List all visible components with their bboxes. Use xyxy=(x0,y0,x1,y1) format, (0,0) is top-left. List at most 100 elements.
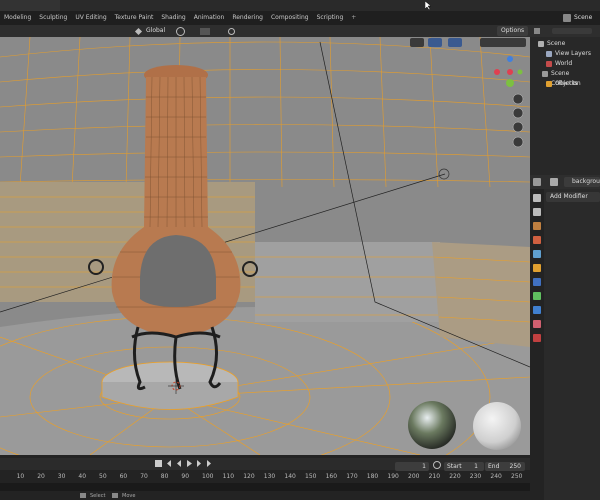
timeline-tick-label: 130 xyxy=(263,473,276,480)
timeline-tick-label: 240 xyxy=(490,473,502,480)
properties-tabs xyxy=(530,189,544,500)
properties-tab-icon[interactable] xyxy=(533,334,541,342)
editor-type-button[interactable] xyxy=(530,175,544,189)
playback-bar: 1 Start 1 End 250 xyxy=(0,458,530,471)
timeline-tick-label: 100 xyxy=(202,473,214,480)
timeline-tick-label: 150 xyxy=(305,473,317,480)
start-frame-field[interactable]: Start 1 xyxy=(444,462,484,471)
add-modifier-button[interactable]: Add Modifier xyxy=(546,192,600,202)
outliner-item-icon xyxy=(546,81,552,87)
properties-header: background xyxy=(544,175,600,189)
add-workspace-button[interactable]: + xyxy=(347,11,360,25)
hdri-preview-reflective xyxy=(408,401,456,449)
proportional-edit-icon[interactable] xyxy=(228,27,235,35)
transform-orientation[interactable]: Global xyxy=(146,26,165,36)
outliner-search-input[interactable] xyxy=(552,28,592,34)
outliner-item-icon xyxy=(542,71,548,77)
end-frame-field[interactable]: End 250 xyxy=(485,462,525,471)
properties-icon xyxy=(533,178,541,186)
mouse-select-icon xyxy=(80,493,86,498)
timeline-tick-label: 90 xyxy=(181,473,190,480)
clock-icon[interactable] xyxy=(433,461,441,469)
properties-tab-icon[interactable] xyxy=(533,194,541,202)
timeline-tick-label: 220 xyxy=(449,473,461,480)
properties-tab-icon[interactable] xyxy=(533,264,541,272)
properties-tab-icon[interactable] xyxy=(533,222,541,230)
scene-selector[interactable]: Scene xyxy=(574,11,592,25)
outliner-type-icon[interactable] xyxy=(534,28,540,34)
outliner-item[interactable]: Scene xyxy=(530,39,600,49)
gizmo-toggle-icon[interactable] xyxy=(428,38,442,47)
outliner-item-icon xyxy=(546,61,552,67)
outliner-item-label: Scene xyxy=(547,40,566,47)
timeline-tick-label: 110 xyxy=(222,473,235,480)
pivot-icon[interactable] xyxy=(176,26,185,36)
tab-shading[interactable]: Shading xyxy=(157,11,189,25)
options-button[interactable]: Options xyxy=(497,26,529,36)
end-value: 250 xyxy=(509,463,521,470)
outliner-item[interactable]: Scene Collection xyxy=(530,69,600,87)
properties-tab-icon[interactable] xyxy=(533,208,541,216)
tab-animation[interactable]: Animation xyxy=(190,11,229,25)
timeline-tick-label: 120 xyxy=(243,473,255,480)
visibility-icon[interactable] xyxy=(410,38,424,47)
outliner-item[interactable]: Objects xyxy=(530,79,600,89)
timeline-tick-label: 80 xyxy=(160,473,169,480)
scene-selector-bar: Scene xyxy=(530,11,600,25)
timeline-tick-label: 230 xyxy=(469,473,482,480)
tab-uv-editing[interactable]: UV Editing xyxy=(71,11,110,25)
overlays-toggle-icon[interactable] xyxy=(448,38,462,47)
properties-tab-icon[interactable] xyxy=(533,320,541,328)
playback-controls[interactable] xyxy=(155,459,225,469)
tab-sculpting[interactable]: Sculpting xyxy=(35,11,71,25)
camera-view-icon[interactable] xyxy=(512,121,524,133)
timeline-tick-label: 60 xyxy=(119,473,128,480)
status-move: Move xyxy=(122,493,136,499)
tab-modeling[interactable]: Modeling xyxy=(0,11,35,25)
shading-modes[interactable] xyxy=(480,38,526,47)
timeline-tick-label: 170 xyxy=(346,473,358,480)
outliner-item[interactable]: World xyxy=(530,59,600,69)
mouse-cursor-icon xyxy=(425,1,432,10)
perspective-toggle-icon[interactable] xyxy=(512,136,524,148)
tab-texture-paint[interactable]: Texture Paint xyxy=(111,11,158,25)
tab-rendering[interactable]: Rendering xyxy=(228,11,267,25)
properties-tab-icon[interactable] xyxy=(533,250,541,258)
object-name-field[interactable]: background xyxy=(564,177,600,187)
outliner-header xyxy=(530,25,600,37)
wrench-icon xyxy=(550,178,558,186)
timeline-tick-label: 30 xyxy=(57,473,66,480)
menu-sliver xyxy=(0,0,60,11)
outliner-item[interactable]: View Layers xyxy=(530,49,600,59)
status-select: Select xyxy=(90,493,106,499)
record-icon xyxy=(155,460,162,467)
outliner-item-icon xyxy=(546,51,552,57)
timeline-tick-label: 160 xyxy=(325,473,338,480)
viewport-scene xyxy=(0,37,530,455)
zoom-icon[interactable] xyxy=(512,93,524,105)
hand-pan-icon[interactable] xyxy=(512,107,524,119)
timeline-tick-label: 250 xyxy=(511,473,523,480)
properties-tab-icon[interactable] xyxy=(533,278,541,286)
snap-icon[interactable] xyxy=(200,27,210,35)
current-frame-field[interactable]: 1 xyxy=(395,462,429,471)
timeline-tick-label: 200 xyxy=(408,473,420,480)
properties-tab-icon[interactable] xyxy=(533,236,541,244)
properties-editor[interactable]: background Add Modifier xyxy=(530,175,600,500)
start-label: Start xyxy=(447,463,462,470)
timeline[interactable]: 1 Start 1 End 250 0102030405060708090100… xyxy=(0,455,530,500)
viewport-header: Global Options xyxy=(0,25,530,37)
tab-scripting[interactable]: Scripting xyxy=(313,11,348,25)
timeline-tick-label: 180 xyxy=(366,473,379,480)
tab-compositing[interactable]: Compositing xyxy=(267,11,313,25)
outliner-item-icon xyxy=(538,41,544,47)
outliner-item-label: World xyxy=(555,60,573,67)
timeline-tick-label: 70 xyxy=(140,473,148,480)
orientation-icon xyxy=(134,27,143,36)
timeline-scrub-strip[interactable] xyxy=(0,483,530,491)
properties-tab-icon[interactable] xyxy=(533,292,541,300)
outliner[interactable]: Scene View Layers World Scene Collection Obj… xyxy=(530,25,600,175)
properties-tab-icon[interactable] xyxy=(533,306,541,314)
3d-viewport[interactable] xyxy=(0,37,530,455)
timeline-tick-label: 190 xyxy=(387,473,399,480)
